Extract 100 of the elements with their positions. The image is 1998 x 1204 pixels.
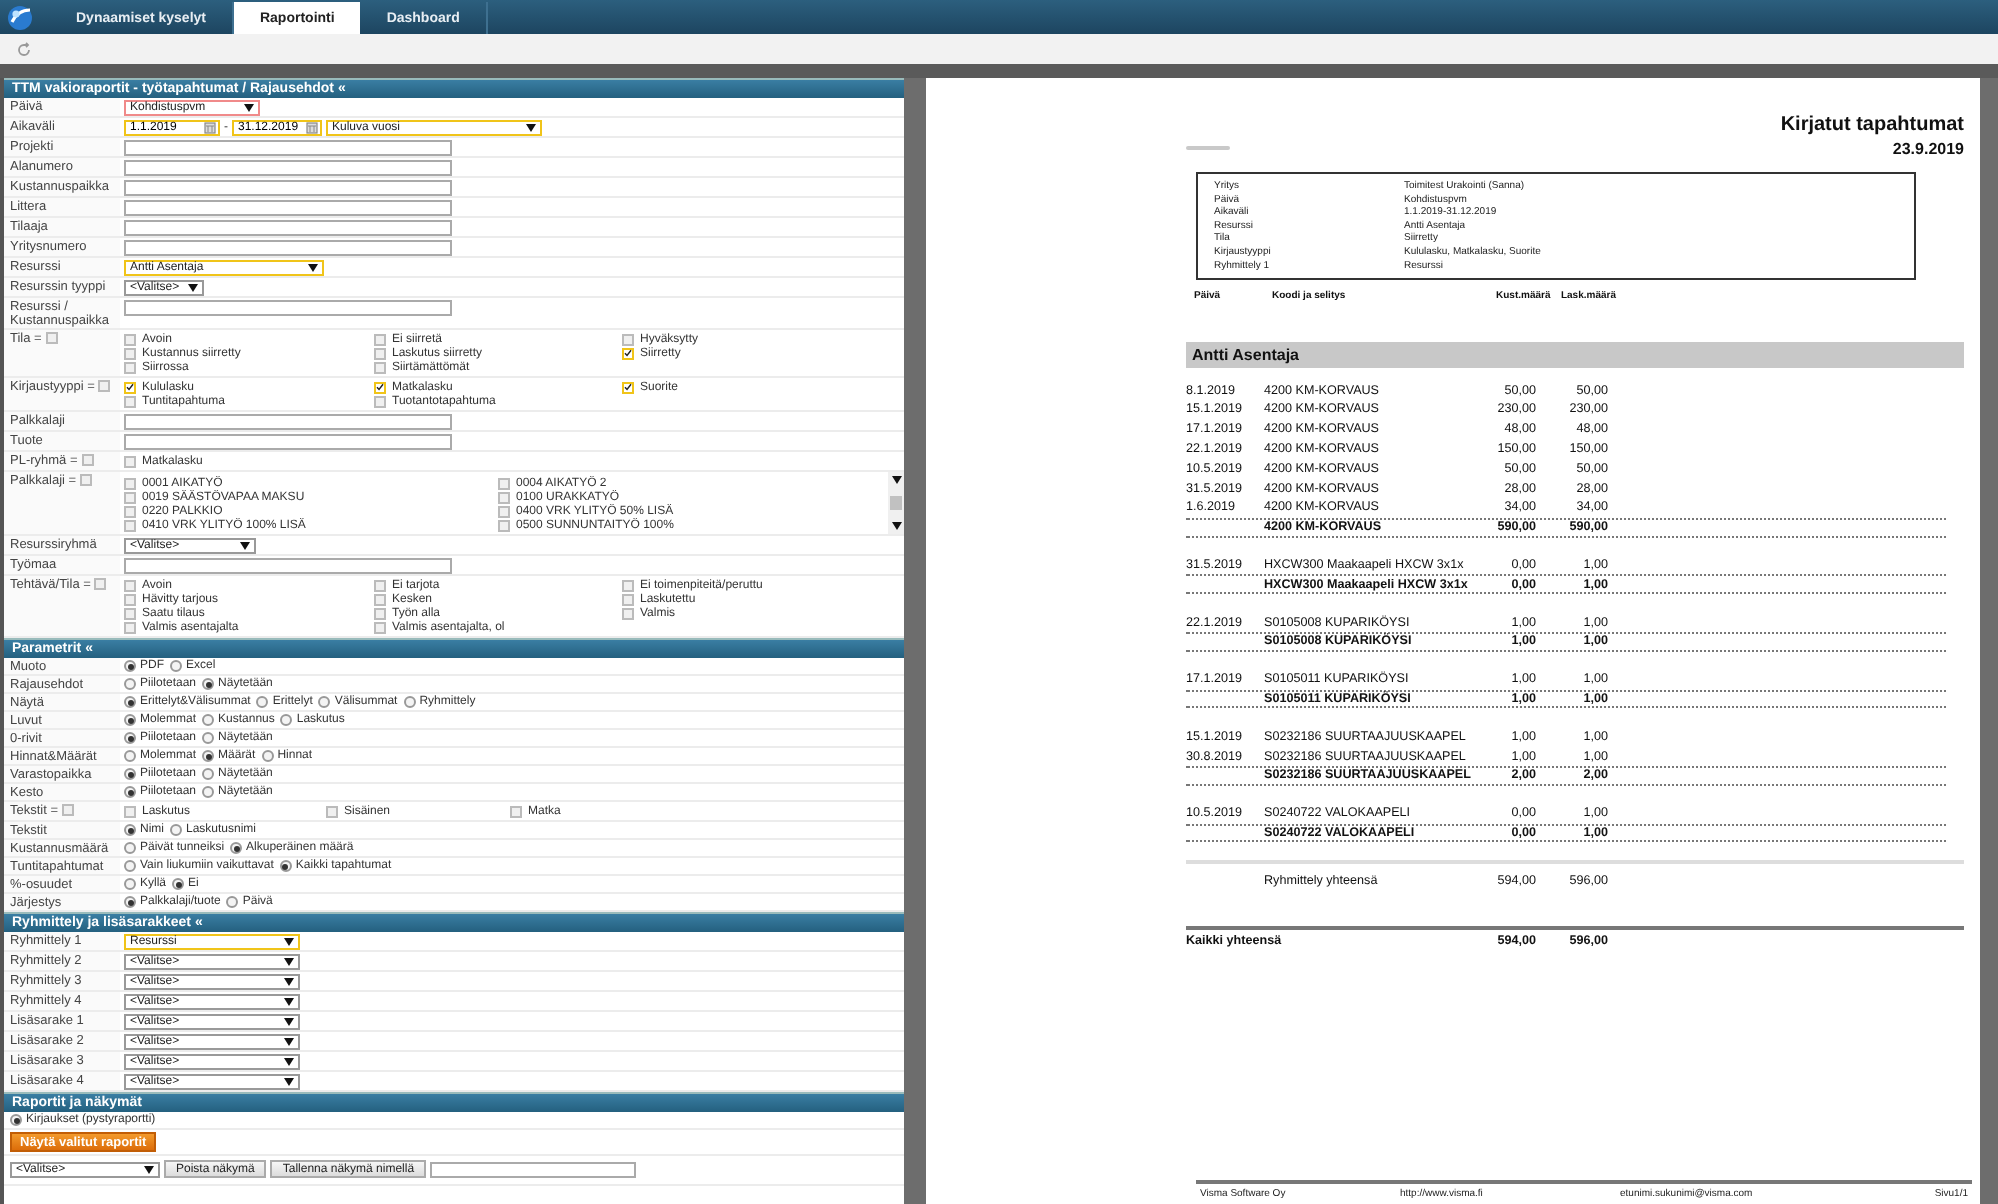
text-field[interactable] [124, 140, 452, 156]
caret-icon [284, 1077, 294, 1085]
radio-button[interactable] [202, 768, 215, 780]
text-field[interactable] [124, 180, 452, 196]
radio-button[interactable] [226, 896, 239, 908]
refresh-icon[interactable] [16, 41, 32, 57]
radio-button[interactable] [124, 896, 136, 908]
radio-button[interactable] [10, 1114, 22, 1126]
checkbox[interactable] [498, 505, 510, 517]
radio-button[interactable] [124, 732, 136, 744]
radio-button[interactable] [403, 696, 416, 708]
text-field[interactable] [124, 160, 452, 176]
checkbox[interactable] [124, 381, 136, 393]
caret-icon [284, 1037, 294, 1045]
checkbox[interactable] [498, 519, 510, 531]
radio-button[interactable] [124, 660, 136, 672]
checkbox[interactable] [374, 579, 386, 591]
caret-icon [284, 997, 294, 1005]
text-field[interactable] [124, 240, 452, 256]
radio-button[interactable] [202, 786, 215, 798]
checkbox[interactable] [622, 381, 634, 393]
checkbox[interactable] [124, 333, 136, 345]
checkbox[interactable] [80, 474, 93, 486]
caret-icon [244, 103, 254, 111]
caret-icon [144, 1165, 154, 1173]
checkbox[interactable] [81, 454, 94, 466]
text-field[interactable] [124, 220, 452, 236]
checkbox[interactable] [124, 805, 136, 817]
checkbox[interactable] [124, 477, 136, 489]
checkbox[interactable] [498, 477, 510, 489]
radio-button[interactable] [170, 824, 182, 836]
checkbox[interactable] [124, 361, 136, 373]
text-field[interactable] [124, 300, 452, 316]
checkbox[interactable] [124, 505, 136, 517]
radio-button[interactable] [124, 696, 136, 708]
checkbox[interactable] [124, 593, 136, 605]
checkbox[interactable] [510, 805, 522, 817]
caret-icon [284, 957, 294, 965]
radio-button[interactable] [170, 660, 182, 672]
radio-button[interactable] [256, 696, 269, 708]
caret-icon [308, 263, 318, 271]
checkbox[interactable] [326, 805, 338, 817]
checkbox[interactable] [124, 491, 136, 503]
radio-button[interactable] [202, 750, 215, 762]
radio-button[interactable] [261, 750, 274, 762]
checkbox[interactable] [498, 491, 510, 503]
radio-button[interactable] [124, 678, 136, 690]
checkbox[interactable] [622, 333, 634, 345]
text-field[interactable] [124, 558, 452, 574]
checkbox[interactable] [374, 621, 386, 633]
caret-icon [284, 1057, 294, 1065]
checkbox[interactable] [124, 455, 136, 467]
radio-button[interactable] [318, 696, 331, 708]
group-header: Antti Asentaja [1186, 342, 1964, 369]
radio-button[interactable] [202, 714, 215, 726]
radio-button[interactable] [124, 842, 136, 854]
radio-button[interactable] [124, 714, 136, 726]
checkbox[interactable] [622, 607, 634, 619]
logo-icon [1186, 144, 1230, 152]
checkbox[interactable] [374, 395, 386, 407]
checkbox[interactable] [45, 332, 58, 344]
checkbox[interactable] [62, 804, 75, 816]
calendar-icon[interactable] [306, 121, 318, 133]
checkbox[interactable] [374, 347, 386, 359]
checkbox[interactable] [124, 347, 136, 359]
checkbox[interactable] [124, 579, 136, 591]
radio-button[interactable] [172, 878, 185, 890]
text-field[interactable] [124, 200, 452, 216]
radio-button[interactable] [124, 768, 136, 780]
text-field[interactable] [124, 414, 452, 430]
checkbox[interactable] [124, 607, 136, 619]
radio-button[interactable] [280, 714, 293, 726]
checkbox[interactable] [374, 333, 386, 345]
checkbox[interactable] [124, 519, 136, 531]
radio-button[interactable] [124, 824, 136, 836]
radio-button[interactable] [202, 678, 215, 690]
checkbox[interactable] [374, 593, 386, 605]
text-field[interactable] [430, 1161, 637, 1177]
radio-button[interactable] [124, 750, 136, 762]
checkbox[interactable] [124, 621, 136, 633]
checkbox[interactable] [622, 593, 634, 605]
checkbox[interactable] [374, 607, 386, 619]
checkbox[interactable] [124, 395, 136, 407]
scrollbar[interactable] [888, 472, 904, 534]
radio-button[interactable] [202, 732, 215, 744]
calendar-icon[interactable] [204, 121, 216, 133]
checkbox[interactable] [374, 381, 386, 393]
checkbox[interactable] [622, 579, 634, 591]
checkbox[interactable] [374, 361, 386, 373]
text-field[interactable] [124, 434, 452, 450]
radio-button[interactable] [230, 842, 243, 854]
checkbox[interactable] [98, 380, 111, 392]
report-date: 23.9.2019 [1892, 140, 1964, 158]
app-logo-icon[interactable] [6, 3, 34, 31]
radio-button[interactable] [124, 878, 136, 890]
checkbox[interactable] [94, 578, 107, 590]
radio-button[interactable] [279, 860, 292, 872]
radio-button[interactable] [124, 860, 136, 872]
radio-button[interactable] [124, 786, 136, 798]
checkbox[interactable] [622, 347, 634, 359]
